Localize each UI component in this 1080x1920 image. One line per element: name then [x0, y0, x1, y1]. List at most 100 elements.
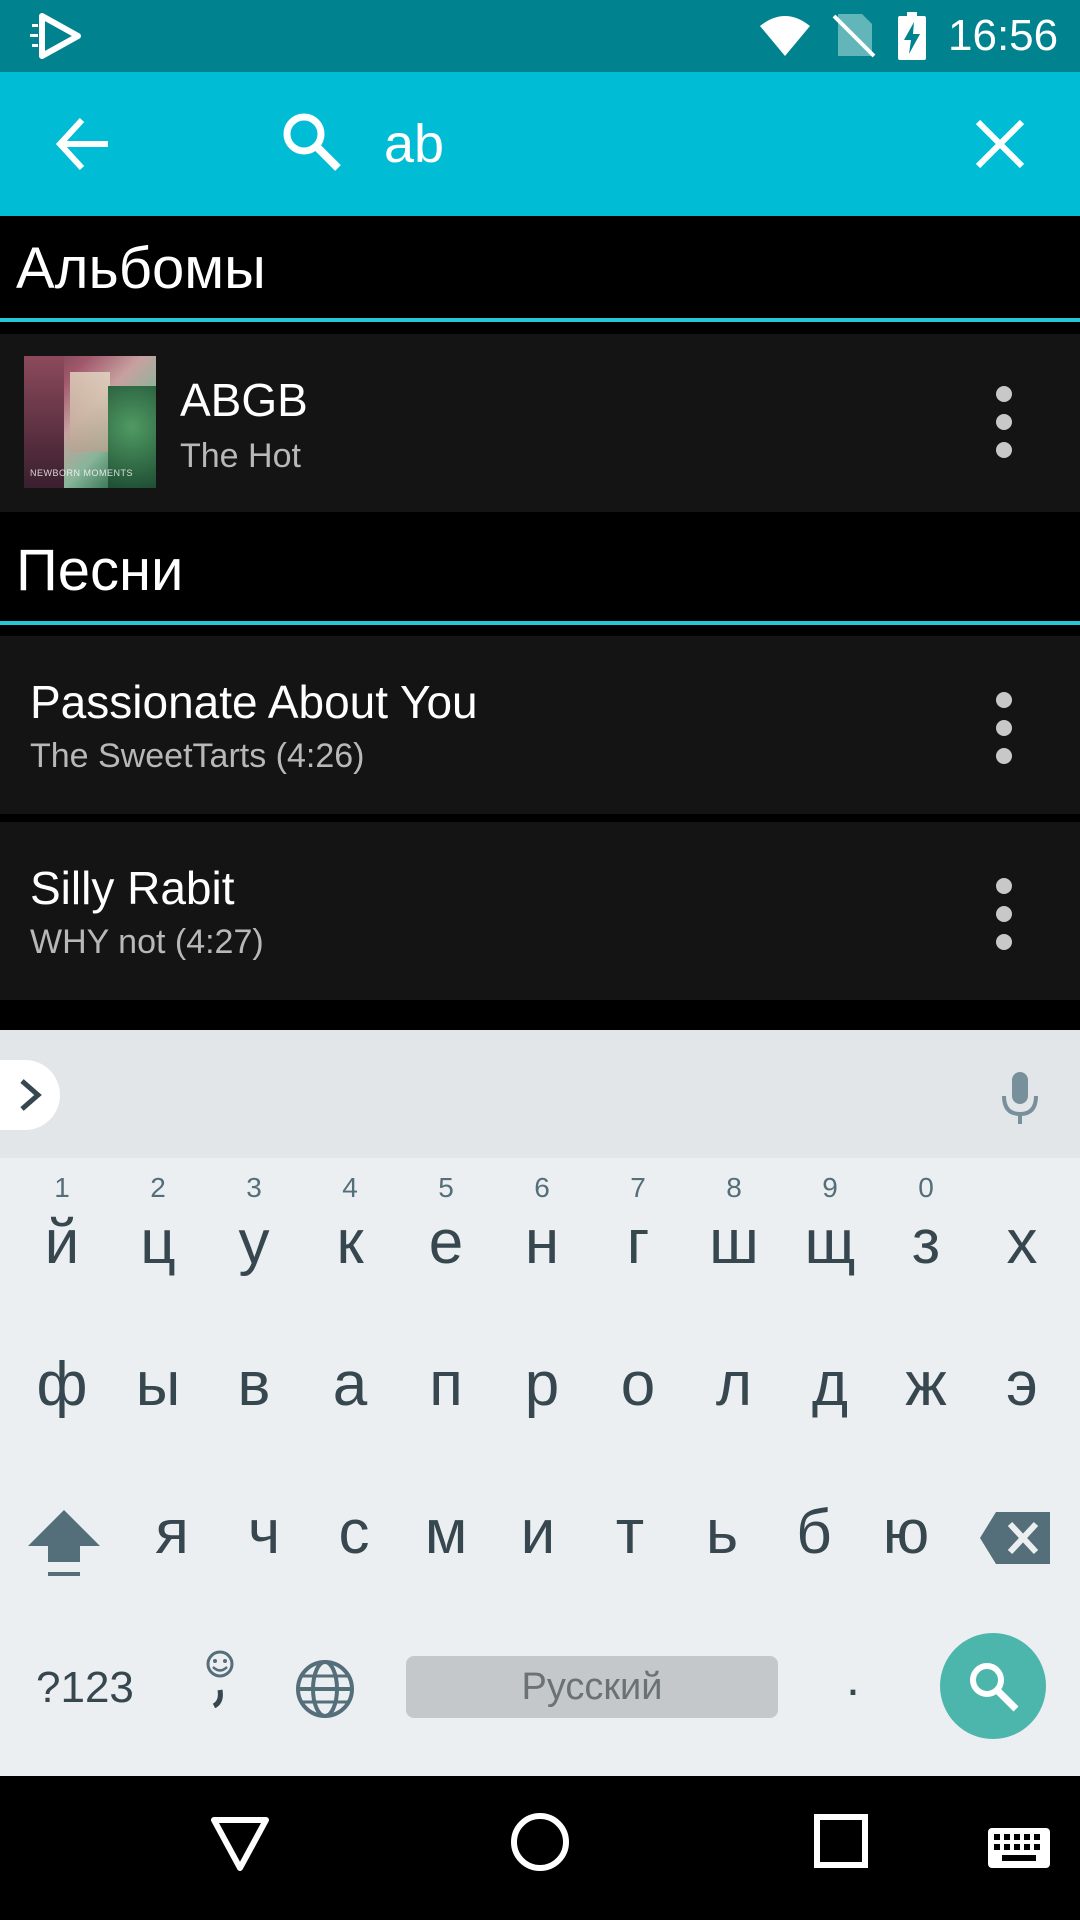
- key-7[interactable]: 8ш: [686, 1158, 782, 1298]
- key-16[interactable]: р: [494, 1320, 590, 1460]
- key-21[interactable]: э: [974, 1320, 1070, 1460]
- nav-home-icon[interactable]: [508, 1810, 572, 1874]
- play-store-notification-icon: [30, 13, 81, 59]
- key-23[interactable]: ч: [216, 1468, 312, 1608]
- key-20[interactable]: ж: [878, 1320, 974, 1460]
- key-6[interactable]: 7г: [590, 1158, 686, 1298]
- key-29[interactable]: б: [766, 1468, 862, 1608]
- key-label: л: [715, 1350, 753, 1419]
- arrow-back-icon[interactable]: [52, 112, 116, 176]
- keyboard-switcher-icon[interactable]: [988, 1828, 1050, 1872]
- symbols-key[interactable]: ?123: [36, 1658, 134, 1718]
- key-4[interactable]: 5е: [398, 1158, 494, 1298]
- key-14[interactable]: а: [302, 1320, 398, 1460]
- key-label: р: [524, 1350, 560, 1419]
- key-28[interactable]: ь: [674, 1468, 770, 1608]
- key-label: ю: [882, 1498, 930, 1567]
- close-icon[interactable]: [968, 112, 1032, 176]
- key-hint: 1: [54, 1172, 70, 1203]
- songs-divider: [0, 621, 1080, 625]
- key-17[interactable]: о: [590, 1320, 686, 1460]
- key-26[interactable]: и: [490, 1468, 586, 1608]
- backspace-key-icon[interactable]: [978, 1510, 1052, 1566]
- key-13[interactable]: в: [206, 1320, 302, 1460]
- key-hint: 2: [150, 1172, 166, 1203]
- key-19[interactable]: д: [782, 1320, 878, 1460]
- song-subtitle: WHY not (4:27): [30, 923, 264, 961]
- key-label: в: [237, 1350, 271, 1419]
- song-title: Silly Rabit: [30, 862, 235, 914]
- key-9[interactable]: 0з: [878, 1158, 974, 1298]
- key-label: н: [524, 1208, 560, 1277]
- albums-section-title: Альбомы: [16, 236, 266, 301]
- key-label: щ: [804, 1208, 856, 1277]
- key-12[interactable]: ы: [110, 1320, 206, 1460]
- key-25[interactable]: м: [398, 1468, 494, 1608]
- album-row[interactable]: NEWBORN MOMENTS ABGB The Hot: [0, 334, 1080, 512]
- key-hint: 6: [534, 1172, 550, 1203]
- songs-section-title: Песни: [16, 538, 184, 603]
- no-sim-icon: [832, 14, 876, 58]
- key-label: а: [332, 1350, 368, 1419]
- key-label: ф: [36, 1350, 88, 1419]
- key-hint: 5: [438, 1172, 454, 1203]
- key-label: ь: [705, 1498, 739, 1567]
- key-hint: 4: [342, 1172, 358, 1203]
- nav-back-icon[interactable]: [208, 1814, 272, 1874]
- key-0[interactable]: 1й: [14, 1158, 110, 1298]
- key-11[interactable]: ф: [14, 1320, 110, 1460]
- album-artist: The Hot: [180, 437, 301, 475]
- song-row[interactable]: Silly Rabit WHY not (4:27): [0, 822, 1080, 1000]
- key-8[interactable]: 9щ: [782, 1158, 878, 1298]
- more-vert-icon[interactable]: [980, 382, 1028, 462]
- key-27[interactable]: т: [582, 1468, 678, 1608]
- key-label: м: [424, 1498, 468, 1567]
- suggestion-strip: [0, 1030, 1080, 1158]
- key-label: з: [911, 1208, 941, 1277]
- more-vert-icon[interactable]: [980, 688, 1028, 768]
- key-30[interactable]: ю: [858, 1468, 954, 1608]
- key-label: д: [811, 1350, 849, 1419]
- key-label: ы: [135, 1350, 181, 1419]
- album-cover-text: NEWBORN MOMENTS: [30, 468, 133, 478]
- key-18[interactable]: л: [686, 1320, 782, 1460]
- key-label: ш: [709, 1208, 759, 1277]
- songs-section-header: Песни: [0, 518, 1080, 622]
- key-label: и: [520, 1498, 556, 1567]
- key-10[interactable]: х: [974, 1158, 1070, 1298]
- key-label: е: [428, 1208, 464, 1277]
- key-label: б: [796, 1498, 832, 1567]
- key-hint: 8: [726, 1172, 742, 1203]
- search-input[interactable]: ab: [384, 112, 944, 176]
- nav-recents-icon[interactable]: [814, 1814, 868, 1868]
- key-24[interactable]: с: [306, 1468, 402, 1608]
- search-toolbar: ab: [0, 72, 1080, 216]
- key-3[interactable]: 4к: [302, 1158, 398, 1298]
- status-time: 16:56: [948, 11, 1059, 60]
- expand-suggestions-button[interactable]: [0, 1060, 60, 1130]
- key-1[interactable]: 2ц: [110, 1158, 206, 1298]
- emoji-key-icon[interactable]: [200, 1650, 240, 1708]
- microphone-icon[interactable]: [998, 1070, 1042, 1126]
- song-title: Passionate About You: [30, 676, 478, 728]
- key-15[interactable]: п: [398, 1320, 494, 1460]
- more-vert-icon[interactable]: [980, 874, 1028, 954]
- key-2[interactable]: 3у: [206, 1158, 302, 1298]
- song-row[interactable]: Passionate About You The SweetTarts (4:2…: [0, 636, 1080, 814]
- albums-section-header: Альбомы: [0, 216, 1080, 320]
- key-label: у: [238, 1208, 270, 1277]
- key-label: с: [338, 1498, 370, 1567]
- key-22[interactable]: я: [124, 1468, 220, 1608]
- album-cover-image: NEWBORN MOMENTS: [24, 356, 156, 488]
- search-action-key[interactable]: [940, 1633, 1046, 1739]
- status-bar: 16:56: [0, 0, 1080, 72]
- key-label: п: [429, 1350, 463, 1419]
- space-key[interactable]: Русский: [406, 1656, 778, 1718]
- period-key[interactable]: .: [846, 1648, 860, 1708]
- wifi-icon: [760, 16, 810, 56]
- shift-key-icon[interactable]: [26, 1506, 102, 1582]
- key-label: ц: [140, 1208, 176, 1277]
- song-subtitle: The SweetTarts (4:26): [30, 737, 365, 775]
- globe-language-icon[interactable]: [294, 1658, 356, 1720]
- key-5[interactable]: 6н: [494, 1158, 590, 1298]
